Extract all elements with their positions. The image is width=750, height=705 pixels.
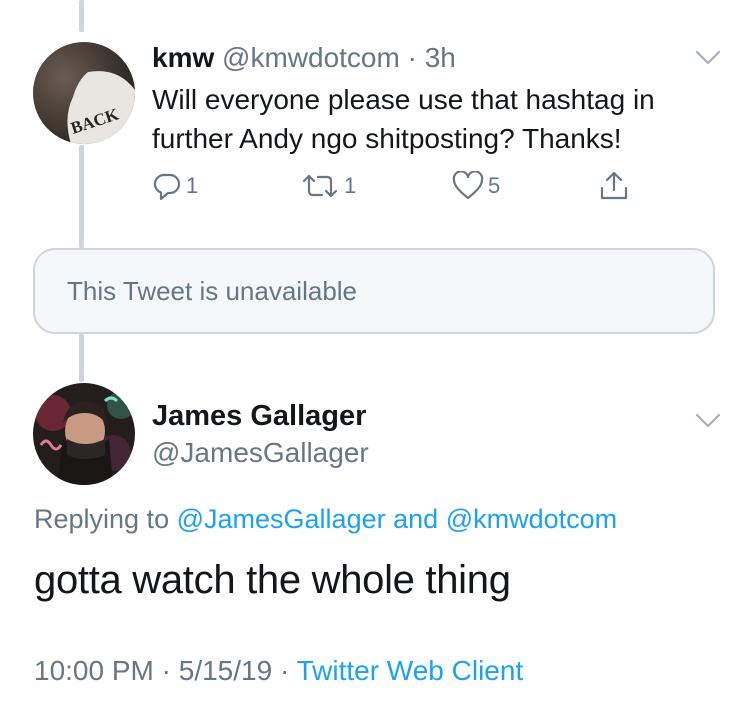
retweet-icon — [302, 174, 338, 198]
tweet2-time[interactable]: 10:00 PM — [34, 655, 154, 686]
tweet2-footer: 10:00 PM · 5/15/19 · Twitter Web Client — [34, 655, 523, 687]
chevron-down-icon[interactable] — [695, 413, 721, 429]
replying-to-and[interactable]: and — [393, 504, 438, 534]
share-button[interactable] — [598, 170, 634, 202]
tweet2-client-link[interactable]: Twitter Web Client — [297, 655, 524, 686]
thread-line-middle — [79, 145, 84, 248]
retweet-count: 1 — [344, 173, 357, 198]
tweet1-text: Will everyone please use that hashtag in… — [152, 84, 655, 154]
like-icon — [452, 171, 484, 200]
replying-to-link-kmw[interactable]: @kmwdotcom — [446, 504, 617, 534]
tweet1-display-name[interactable]: kmw — [152, 42, 214, 73]
tweet1-separator: · — [407, 42, 417, 73]
replying-to-label: Replying to — [34, 504, 170, 534]
tweet1-header: kmw @kmwdotcom · 3h — [152, 42, 456, 74]
tweet2-display-name[interactable]: James Gallager — [152, 400, 366, 433]
replying-to-link-james[interactable]: @JamesGallager — [177, 504, 386, 534]
like-button[interactable]: 5 — [452, 170, 500, 202]
retweet-button[interactable]: 1 — [300, 170, 356, 202]
thread-line-bottom — [79, 334, 84, 382]
avatar-james-gallager[interactable] — [33, 383, 135, 485]
tweet2-separator-1: · — [161, 655, 171, 686]
unavailable-tweet-card: This Tweet is unavailable — [33, 248, 715, 334]
replying-to-line: Replying to @JamesGallager and @kmwdotco… — [34, 504, 617, 535]
avatar-kmw[interactable]: BACK — [33, 42, 135, 144]
reply-count: 1 — [186, 173, 199, 198]
tweet2-separator-2: · — [279, 655, 290, 686]
tweet2-date[interactable]: 5/15/19 — [179, 655, 272, 686]
like-count: 5 — [488, 173, 501, 198]
avatar-james-gallager-image — [33, 383, 135, 485]
share-icon — [600, 171, 628, 200]
reply-button[interactable]: 1 — [152, 170, 198, 202]
tweet1-time[interactable]: 3h — [425, 42, 456, 73]
thread-line-top — [79, 0, 84, 32]
unavailable-tweet-text: This Tweet is unavailable — [67, 275, 358, 306]
tweet1-handle[interactable]: @kmwdotcom — [222, 42, 400, 73]
chevron-down-icon[interactable] — [695, 50, 721, 66]
tweet2-handle[interactable]: @JamesGallager — [152, 437, 369, 469]
avatar-kmw-image: BACK — [33, 42, 135, 144]
reply-icon — [153, 173, 181, 201]
tweet2-text: gotta watch the whole thing — [34, 558, 511, 602]
